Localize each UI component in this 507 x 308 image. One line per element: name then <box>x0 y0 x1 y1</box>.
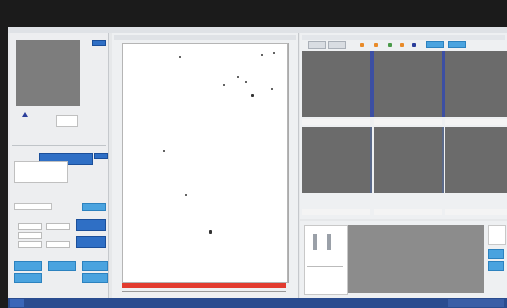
data-point <box>179 56 181 58</box>
application-window <box>8 27 507 308</box>
data-point <box>261 54 263 56</box>
arrow-up-icon[interactable] <box>22 112 28 117</box>
thumb-caption <box>374 209 442 215</box>
stop-button[interactable] <box>76 236 106 248</box>
action-button-2[interactable] <box>48 261 76 271</box>
plot-panel <box>112 33 298 299</box>
green-icon[interactable] <box>388 43 392 47</box>
action-button-4[interactable] <box>14 273 42 283</box>
data-point <box>273 52 275 54</box>
data-point <box>163 150 165 152</box>
data-point <box>251 94 254 97</box>
preview-toggle-button[interactable] <box>92 40 106 46</box>
image-panel <box>300 33 507 219</box>
panel-divider <box>298 33 299 299</box>
orange-icon[interactable] <box>374 43 378 47</box>
system-tray[interactable] <box>448 299 504 307</box>
left-panel <box>10 33 109 299</box>
data-point <box>185 194 187 196</box>
thumb-caption <box>445 209 507 215</box>
apply-button-small[interactable] <box>82 203 106 211</box>
data-point <box>245 81 247 83</box>
toolbar-row-1 <box>302 35 505 40</box>
thumb-caption <box>302 209 370 215</box>
plot-header <box>114 35 296 40</box>
thumb-caption <box>445 119 507 125</box>
thumb-separator <box>370 127 372 193</box>
action-button-5[interactable] <box>82 273 108 283</box>
thumb-separator <box>442 127 444 193</box>
image-thumb-3[interactable] <box>445 51 507 117</box>
status-side-box <box>488 225 506 245</box>
image-thumb-2[interactable] <box>374 51 442 117</box>
param-input-4[interactable] <box>46 223 70 230</box>
data-point <box>271 88 273 90</box>
taskbar <box>8 298 507 308</box>
orange-icon[interactable] <box>360 43 364 47</box>
tab-1[interactable] <box>308 41 326 49</box>
data-point <box>237 76 239 78</box>
info-textarea[interactable] <box>14 161 68 183</box>
data-point <box>223 84 225 86</box>
preview-info-box <box>56 115 78 127</box>
param-input-1[interactable] <box>18 223 42 230</box>
param-input-5[interactable] <box>46 241 70 248</box>
orange-icon[interactable] <box>400 43 404 47</box>
status-graph <box>304 225 348 295</box>
red-range-bar[interactable] <box>122 283 286 288</box>
toolbar-button[interactable] <box>448 41 466 48</box>
monitor-bezel-top <box>0 0 507 27</box>
status-button-2[interactable] <box>488 261 504 271</box>
param-input-2[interactable] <box>18 232 42 239</box>
mode-select-small[interactable] <box>94 153 108 159</box>
status-trace <box>307 266 343 267</box>
run-button[interactable] <box>76 219 106 231</box>
preview-image[interactable] <box>16 40 80 106</box>
image-toolbar <box>302 35 505 49</box>
param-input-3[interactable] <box>18 241 42 248</box>
status-panel <box>300 221 507 299</box>
section-divider <box>12 145 106 146</box>
thumb-caption <box>302 119 370 125</box>
tab-2[interactable] <box>328 41 346 49</box>
action-button-1[interactable] <box>14 261 42 271</box>
image-thumb-4[interactable] <box>302 127 370 193</box>
status-marker <box>313 234 317 250</box>
action-button-3[interactable] <box>82 261 108 271</box>
data-point <box>209 230 212 234</box>
scatter-plot-area[interactable] <box>122 43 288 283</box>
thumb-caption <box>374 119 442 125</box>
y-axis-right <box>288 43 289 283</box>
start-button[interactable] <box>10 299 24 307</box>
toolbar-button[interactable] <box>426 41 444 48</box>
status-marker <box>327 234 331 250</box>
image-thumb-1[interactable] <box>302 51 370 117</box>
field-input-1[interactable] <box>14 203 52 210</box>
status-button-1[interactable] <box>488 249 504 259</box>
image-thumb-5[interactable] <box>374 127 442 193</box>
x-axis <box>122 291 286 292</box>
status-image[interactable] <box>348 225 484 293</box>
image-thumb-6[interactable] <box>445 127 507 193</box>
blue-icon[interactable] <box>412 43 416 47</box>
